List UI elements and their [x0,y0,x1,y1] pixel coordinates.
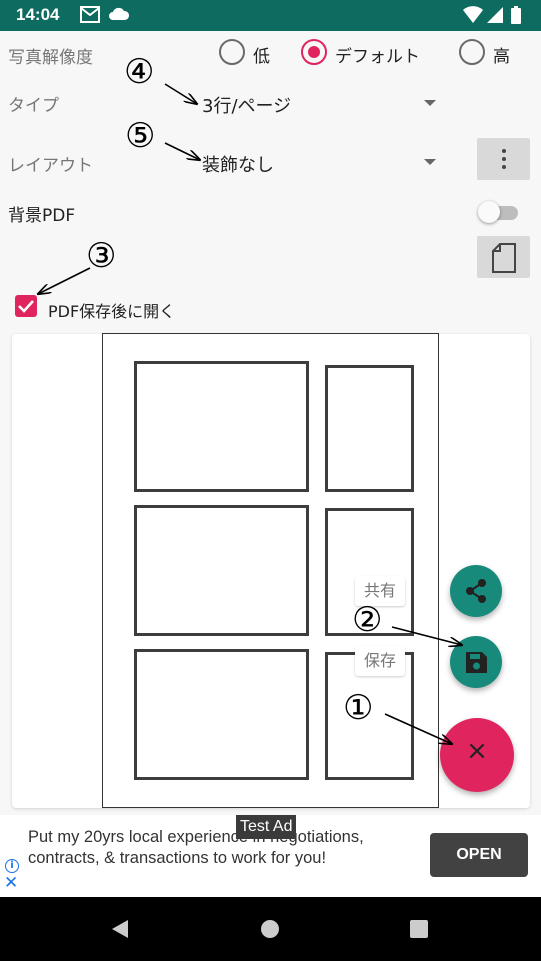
navigation-bar [0,897,541,961]
test-ad-badge: Test Ad [236,815,297,839]
ad-text: Put my 20yrs local experience in negotia… [28,828,364,867]
arrow-1 [384,713,452,744]
callout-5: ⑤ [125,116,156,156]
home-icon[interactable] [261,920,279,938]
recents-icon[interactable] [410,920,428,938]
callout-2: ② [352,600,383,640]
callout-3: ③ [86,236,117,276]
arrow-5 [164,142,200,160]
back-icon[interactable] [110,919,130,943]
close-ad-icon[interactable]: ✕ [4,875,18,892]
arrow-4 [164,83,197,104]
arrow-3 [38,267,91,294]
ad-open-button[interactable]: OPEN [430,833,528,877]
callout-1: ① [343,688,374,728]
info-icon[interactable]: i [5,859,19,873]
arrow-2 [391,626,462,645]
callout-4: ④ [124,52,155,92]
